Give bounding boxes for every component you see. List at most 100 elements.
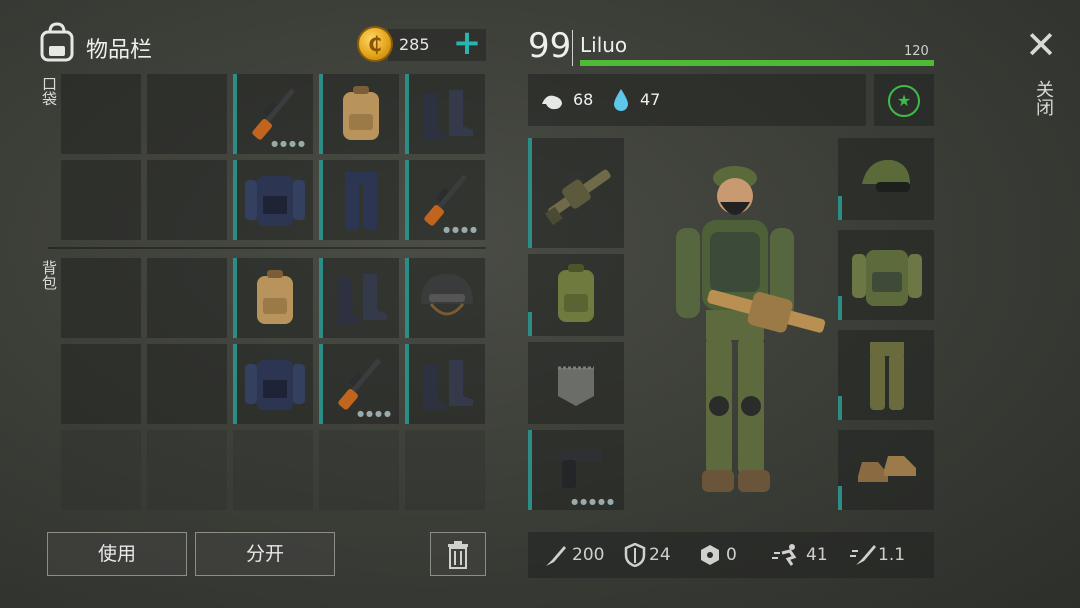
- inventory-slot-empty[interactable]: [61, 160, 141, 240]
- inventory-slot-boots[interactable]: [405, 344, 485, 424]
- slot-accent-bar: [233, 74, 237, 154]
- trash-button[interactable]: [430, 532, 486, 576]
- inventory-slot-empty[interactable]: [405, 430, 485, 510]
- inventory-slot-empty[interactable]: [147, 74, 227, 154]
- inventory-slot-rifle[interactable]: ●●●●: [405, 160, 485, 240]
- hunger-value: 68: [573, 90, 594, 109]
- slot-accent-bar: [233, 344, 237, 424]
- slot-accent-bar: [405, 74, 409, 154]
- inventory-slot-empty[interactable]: [147, 430, 227, 510]
- slot-accent-bar: [838, 396, 842, 420]
- slot-accent-bar: [405, 258, 409, 338]
- water-drop-icon: [614, 89, 628, 111]
- feet-slot[interactable]: [838, 430, 934, 510]
- inventory-slot-empty[interactable]: [319, 430, 399, 510]
- inventory-slot-police-vest[interactable]: [233, 344, 313, 424]
- boots-icon: [423, 90, 473, 140]
- camo-pants-icon: [870, 342, 904, 410]
- inventory-slot-empty[interactable]: [61, 258, 141, 338]
- inventory-slot-rifle[interactable]: ●●●●: [319, 344, 399, 424]
- character-model: [676, 166, 826, 492]
- pocket-icon: [558, 366, 594, 406]
- inventory-slot-empty[interactable]: [147, 344, 227, 424]
- boots-icon: [423, 360, 473, 410]
- shoes-icon: [858, 456, 916, 482]
- radiation-value: 0: [726, 545, 737, 565]
- cap-with-goggles-icon: [862, 159, 910, 192]
- rifle-icon: [252, 88, 296, 140]
- inventory-slot-empty[interactable]: [61, 74, 141, 154]
- inventory-slot-rifle[interactable]: ●●●●: [233, 74, 313, 154]
- backpack-label: 背包: [40, 260, 58, 290]
- head-slot[interactable]: [838, 138, 934, 220]
- star-icon[interactable]: ★: [888, 85, 920, 117]
- rifle-icon: [338, 358, 382, 410]
- running-icon: [772, 544, 797, 566]
- police-vest-icon: [245, 360, 305, 410]
- radiation-icon: [701, 545, 719, 565]
- add-coins-button[interactable]: +: [452, 26, 482, 60]
- defense-value: 24: [649, 545, 671, 565]
- close-button[interactable]: ✕: [1024, 26, 1058, 64]
- split-button[interactable]: 分开: [195, 532, 335, 576]
- attack-value: 200: [572, 545, 605, 565]
- backpack-icon: [343, 86, 379, 140]
- stomach-icon: [542, 95, 562, 110]
- needs-panel: 68 47: [528, 74, 866, 126]
- backpack-slot[interactable]: [528, 254, 624, 336]
- slot-accent-bar: [405, 344, 409, 424]
- durability-dots: ●●●●●: [571, 497, 616, 506]
- trash-icon: [448, 541, 468, 569]
- inventory-slot-helmet[interactable]: [405, 258, 485, 338]
- slot-accent-bar: [838, 196, 842, 220]
- knife-icon: [546, 546, 566, 566]
- torso-slot[interactable]: [838, 230, 934, 320]
- level-separator: [572, 30, 573, 66]
- slot-accent-bar: [319, 258, 323, 338]
- inventory-slot-boots[interactable]: [319, 258, 399, 338]
- inventory-slot-empty[interactable]: [233, 430, 313, 510]
- slot-accent-bar: [838, 296, 842, 320]
- weapon-slot-primary[interactable]: [528, 138, 624, 248]
- boots-icon: [337, 274, 387, 324]
- inventory-slot-pants[interactable]: [319, 160, 399, 240]
- attack-speed-value: 1.1: [878, 545, 906, 565]
- speed-value: 41: [806, 545, 828, 565]
- coin-icon: ₵: [357, 26, 393, 62]
- slot-accent-bar: [838, 486, 842, 510]
- inventory-slot-backpack[interactable]: [319, 74, 399, 154]
- player-name: Liluo: [580, 33, 628, 57]
- inventory-title: 物品栏: [86, 38, 153, 63]
- inventory-slot-empty[interactable]: [61, 344, 141, 424]
- player-level: 99: [528, 26, 572, 66]
- inventory-slot-empty[interactable]: [61, 430, 141, 510]
- inventory-slot-boots[interactable]: [405, 74, 485, 154]
- pockets-label: 口袋: [40, 76, 58, 106]
- durability-dots: ●●●●: [443, 225, 479, 234]
- inventory-slot-backpack[interactable]: [233, 258, 313, 338]
- inventory-slot-empty[interactable]: [147, 258, 227, 338]
- inventory-slot-empty[interactable]: [147, 160, 227, 240]
- close-label[interactable]: 关闭: [1030, 80, 1056, 116]
- durability-dots: ●●●●: [271, 139, 307, 148]
- hp-max: 120: [904, 44, 929, 59]
- slot-accent-bar: [405, 160, 409, 240]
- inventory-slot-police-vest[interactable]: [233, 160, 313, 240]
- slot-accent-bar: [319, 160, 323, 240]
- rifle-icon: [424, 174, 468, 226]
- hp-bar: [580, 60, 934, 66]
- police-vest-icon: [245, 176, 305, 226]
- sidearm-slot[interactable]: ●●●●●: [528, 430, 624, 510]
- pants-icon: [345, 172, 377, 230]
- legs-slot[interactable]: [838, 330, 934, 420]
- helmet-icon: [421, 274, 473, 316]
- backpack-icon: [257, 270, 293, 324]
- use-button[interactable]: 使用: [47, 532, 187, 576]
- slot-accent-bar: [319, 344, 323, 424]
- slot-accent-bar: [233, 160, 237, 240]
- camo-jacket-icon: [852, 250, 922, 306]
- coin-count: 285: [399, 35, 430, 54]
- slot-accent-bar: [233, 258, 237, 338]
- pocket-slot[interactable]: [528, 342, 624, 424]
- slot-accent-bar: [528, 312, 532, 336]
